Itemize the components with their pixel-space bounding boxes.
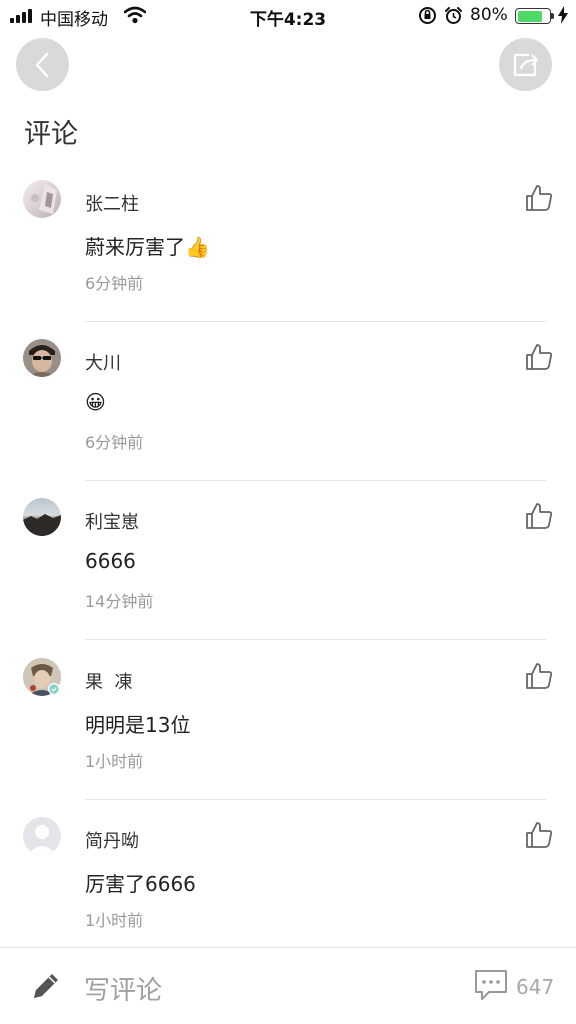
thumbs-up-emoji: 👍: [185, 235, 210, 259]
back-button[interactable]: [16, 38, 69, 91]
comment-item: 大川 😀 6分钟前: [0, 339, 576, 499]
comment-time: 1小时前: [85, 752, 144, 771]
alarm-icon: [445, 7, 462, 24]
bottom-bar: 写评论 647: [0, 947, 576, 1024]
compose-input[interactable]: 写评论: [84, 970, 162, 1007]
comment-author[interactable]: 大川: [85, 349, 121, 375]
comment-time: 14分钟前: [85, 592, 154, 611]
comment-time: 6分钟前: [85, 274, 144, 293]
grinning-emoji: 😀: [85, 390, 106, 414]
comment-text: 6666: [85, 549, 136, 573]
avatar[interactable]: [23, 817, 61, 855]
thumbs-up-icon[interactable]: [525, 662, 553, 690]
comment-item: 果 凍 明明是13位 1小时前: [0, 658, 576, 818]
divider: [85, 639, 546, 640]
divider: [85, 799, 546, 800]
section-title: 评论: [24, 119, 78, 150]
comment-time: 6分钟前: [85, 433, 144, 452]
comment-icon[interactable]: [473, 968, 509, 1002]
pencil-icon[interactable]: [30, 970, 62, 1002]
comment-item: 利宝崽 6666 14分钟前: [0, 498, 576, 658]
comment-text: 蔚来厉害了👍: [85, 235, 210, 259]
avatar[interactable]: [23, 658, 61, 696]
thumbs-up-icon[interactable]: [525, 343, 553, 371]
chevron-left-icon: [35, 52, 48, 77]
comment-author[interactable]: 张二柱: [85, 190, 139, 216]
comment-count: 647: [516, 975, 555, 999]
rotation-lock-icon: [419, 7, 436, 24]
avatar[interactable]: [23, 498, 61, 536]
comment-time: 1小时前: [85, 911, 144, 930]
status-bar: 中国移动 下午4:23 80%: [0, 0, 576, 32]
divider: [85, 480, 546, 481]
comment-author[interactable]: 简丹呦: [85, 827, 139, 853]
comment-item: 张二柱 蔚来厉害了👍 6分钟前: [0, 180, 576, 340]
thumbs-up-icon[interactable]: [525, 821, 553, 849]
share-button[interactable]: [499, 38, 552, 91]
thumbs-up-icon[interactable]: [525, 184, 553, 212]
charging-icon: [558, 6, 568, 24]
divider: [85, 321, 546, 322]
battery-percent: 80%: [470, 5, 508, 25]
comment-author[interactable]: 果 凍: [85, 668, 132, 694]
comment-text: 明明是13位: [85, 713, 191, 737]
battery-icon: [515, 8, 551, 24]
share-icon: [513, 53, 538, 76]
comment-author[interactable]: 利宝崽: [85, 508, 139, 534]
comment-text: 😀: [85, 390, 106, 414]
battery-cap: [551, 13, 554, 19]
avatar[interactable]: [23, 180, 61, 218]
thumbs-up-icon[interactable]: [525, 502, 553, 530]
comment-text: 厉害了6666: [85, 872, 196, 896]
avatar[interactable]: [23, 339, 61, 377]
